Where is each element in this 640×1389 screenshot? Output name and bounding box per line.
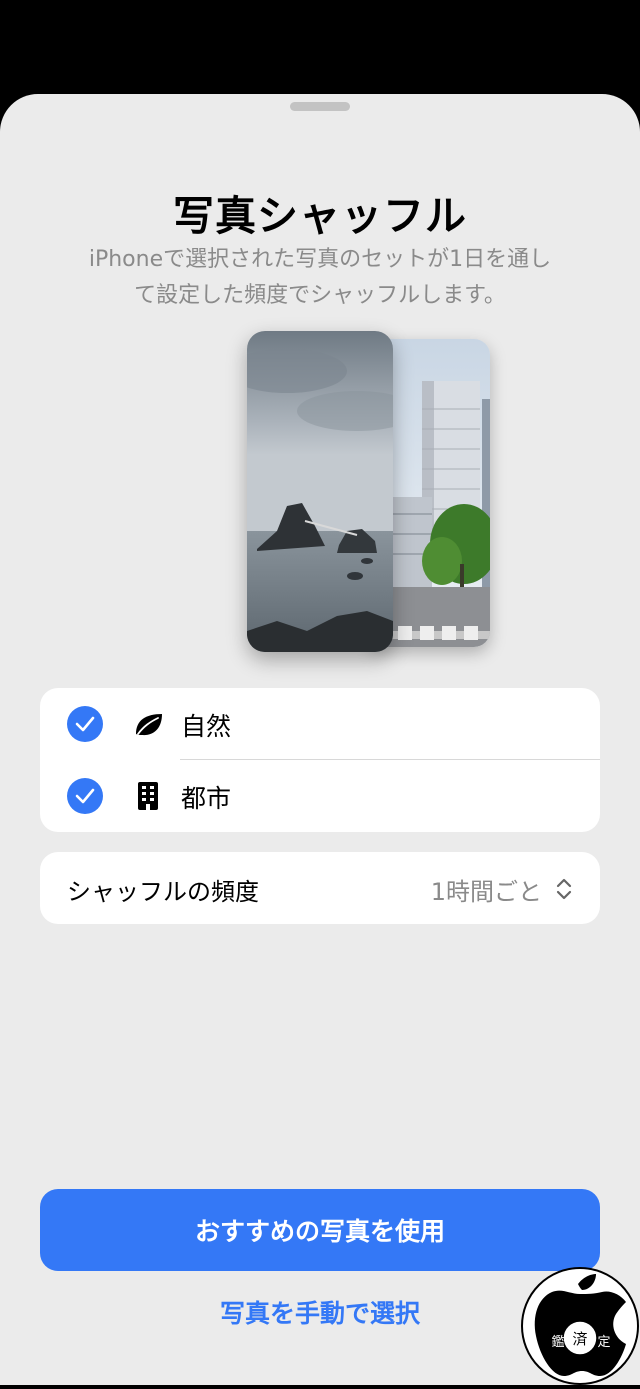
building-icon — [132, 780, 164, 812]
subtitle-line-1: iPhoneで選択された写真のセットが1日を通し — [88, 247, 552, 272]
sheet-grabber[interactable] — [290, 102, 350, 111]
shuffle-frequency-row[interactable]: シャッフルの頻度 1時間ごと — [40, 852, 600, 924]
chevron-up-down-icon[interactable] — [554, 876, 574, 902]
watermark-text: 済 — [572, 1330, 587, 1348]
category-row-nature[interactable]: 自然 — [40, 688, 600, 760]
nature-preview-photo — [247, 331, 393, 652]
frequency-label: シャッフルの頻度 — [67, 878, 259, 906]
select-photos-manually-link[interactable]: 写真を手動で選択 — [120, 1294, 520, 1334]
watermark-apple-logo: 済 鑑 定 — [518, 1258, 640, 1385]
page-title: 写真シャッフル — [173, 192, 467, 240]
shuffle-setup-sheet: 写真シャッフル iPhoneで選択された写真のセットが1日を通し て設定した頻度… — [0, 94, 640, 1385]
use-recommended-photos-button[interactable]: おすすめの写真を使用 — [40, 1189, 600, 1271]
nature-checkmark-icon[interactable] — [67, 706, 103, 742]
category-row-city[interactable]: 都市 — [40, 760, 600, 832]
page-subtitle: iPhoneで選択された写真のセットが1日を通し て設定した頻度でシャッフルしま… — [40, 242, 600, 314]
category-list: 自然 都市 — [40, 688, 600, 832]
leaf-icon — [132, 708, 164, 740]
svg-text:定: 定 — [597, 1335, 610, 1350]
frequency-value[interactable]: 1時間ごと — [431, 872, 542, 907]
subtitle-line-2: て設定した頻度でシャッフルします。 — [134, 283, 506, 308]
category-label: 都市 — [181, 784, 232, 813]
city-checkmark-icon[interactable] — [67, 778, 103, 814]
category-label: 自然 — [181, 712, 232, 741]
svg-text:鑑: 鑑 — [551, 1334, 564, 1350]
